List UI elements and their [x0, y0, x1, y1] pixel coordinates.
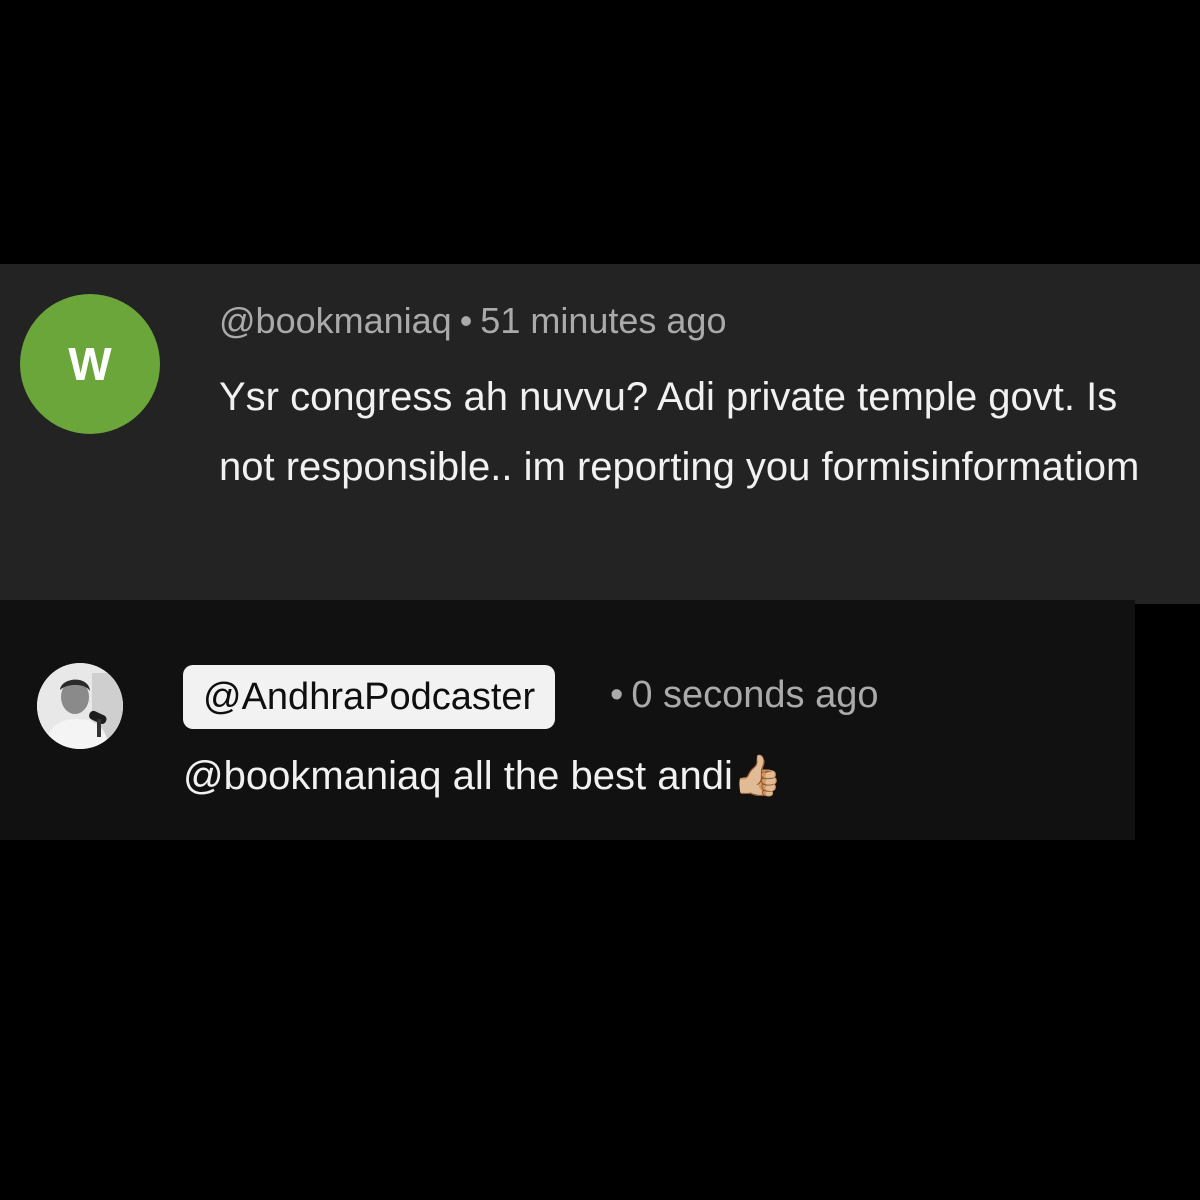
user-photo-icon	[37, 663, 123, 749]
comment-author[interactable]: @bookmaniaq	[219, 300, 452, 341]
comment-timestamp[interactable]: 0 seconds ago	[631, 674, 878, 716]
comment-meta: @bookmaniaq • 51 minutes ago	[219, 300, 726, 342]
avatar-letter: W	[68, 338, 112, 390]
avatar[interactable]: W	[20, 294, 160, 434]
comment-meta: • 0 seconds ago	[610, 674, 879, 717]
reply-item	[0, 600, 1135, 840]
author-badge[interactable]: @AndhraPodcaster	[183, 665, 556, 729]
comment-timestamp[interactable]: 51 minutes ago	[480, 300, 726, 341]
reply-text: @bookmaniaq all the best andi👍🏼	[183, 754, 783, 798]
meta-separator: •	[459, 300, 473, 341]
meta-separator: •	[610, 674, 624, 716]
comment-text: Ysr congress ah nuvvu? Adi private templ…	[219, 375, 1140, 489]
avatar[interactable]	[37, 663, 123, 749]
